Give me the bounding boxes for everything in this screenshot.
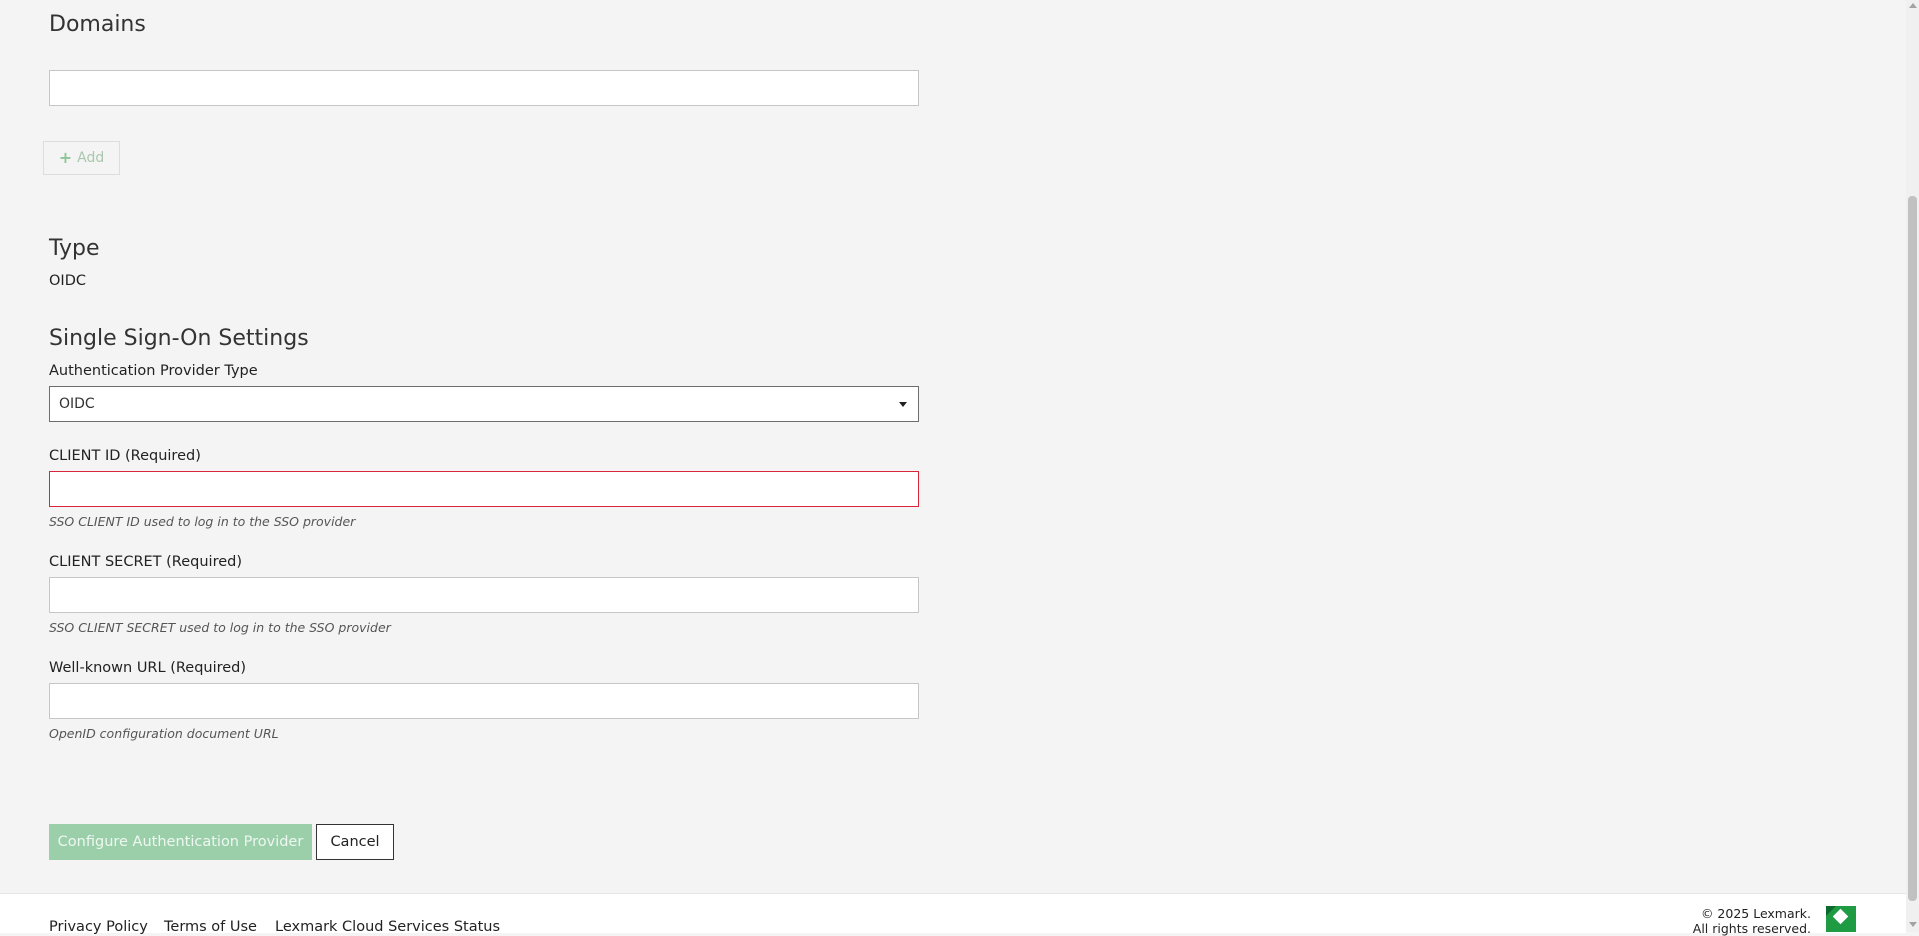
client-id-helper: SSO CLIENT ID used to log in to the SSO … [49, 514, 356, 529]
scroll-thumb[interactable] [1908, 196, 1917, 901]
plus-icon: + [58, 148, 73, 167]
scroll-down-icon[interactable] [1909, 922, 1917, 927]
add-button-label: Add [77, 150, 105, 166]
domains-title: Domains [49, 12, 146, 37]
wellknown-url-helper: OpenID configuration document URL [49, 726, 279, 741]
add-domain-button[interactable]: + Add [43, 141, 120, 175]
client-id-label: CLIENT ID (Required) [49, 448, 201, 464]
cancel-button[interactable]: Cancel [316, 824, 394, 860]
privacy-policy-link[interactable]: Privacy Policy [49, 919, 148, 935]
wellknown-url-input[interactable] [49, 683, 919, 719]
terms-of-use-link[interactable]: Terms of Use [164, 919, 257, 935]
provider-type-label: Authentication Provider Type [49, 363, 258, 379]
sso-settings-title: Single Sign-On Settings [49, 326, 309, 351]
caret-down-icon [899, 401, 907, 407]
lexmark-logo-icon [1826, 906, 1856, 932]
domain-input[interactable] [49, 70, 919, 106]
provider-type-select[interactable]: OIDC [49, 386, 919, 422]
client-secret-label: CLIENT SECRET (Required) [49, 554, 242, 570]
client-secret-helper: SSO CLIENT SECRET used to log in to the … [49, 620, 391, 635]
cloud-status-link[interactable]: Lexmark Cloud Services Status [275, 919, 500, 935]
type-title: Type [49, 236, 100, 261]
copyright-line2: All rights reserved. [1692, 921, 1811, 936]
vertical-scrollbar[interactable] [1906, 0, 1919, 932]
scroll-up-icon[interactable] [1909, 3, 1917, 8]
type-value: OIDC [49, 273, 86, 289]
client-id-input[interactable] [49, 471, 919, 507]
wellknown-url-label: Well-known URL (Required) [49, 660, 247, 676]
provider-type-selected: OIDC [59, 396, 95, 412]
client-secret-input[interactable] [49, 577, 919, 613]
configure-provider-button[interactable]: Configure Authentication Provider [49, 824, 312, 860]
copyright-line1: © 2025 Lexmark. [1700, 906, 1811, 921]
